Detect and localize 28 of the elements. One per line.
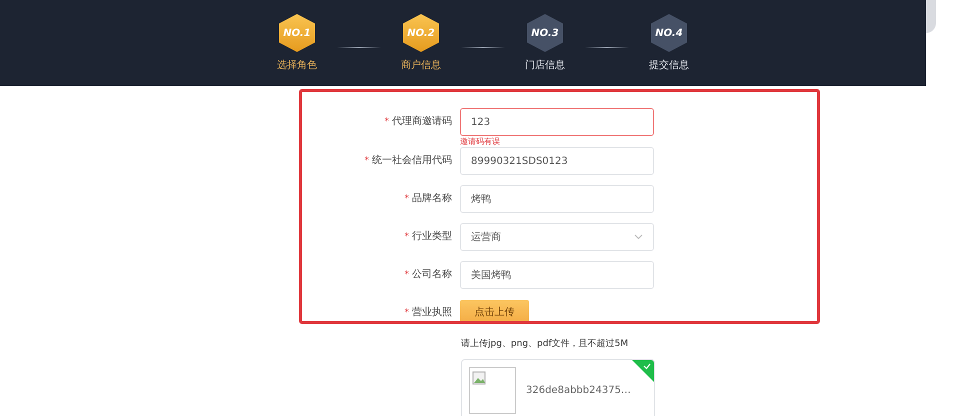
step-connector — [585, 47, 629, 48]
step-connector — [337, 47, 381, 48]
input-field[interactable]: 89990321SDS0123 — [460, 147, 654, 175]
error-message: 邀请码有误 — [460, 136, 501, 147]
scrollbar-thumb[interactable] — [926, 0, 936, 33]
step-label: 商户信息 — [401, 58, 441, 72]
chevron-down-icon — [634, 234, 643, 240]
step-badge: NO.4 — [651, 14, 687, 52]
input-field[interactable]: 美国烤鸭 — [460, 261, 654, 289]
field-label: * 公司名称 — [404, 268, 452, 282]
field-label: * 行业类型 — [404, 230, 452, 244]
step-badge: NO.3 — [527, 14, 563, 52]
field-label: * 营业执照 — [404, 306, 452, 320]
file-name: 326de8abbb24375… — [526, 384, 631, 396]
step-label: 门店信息 — [525, 58, 565, 72]
input-field[interactable]: 烤鸭 — [460, 185, 654, 213]
step-badge: NO.1 — [279, 14, 315, 52]
select-field[interactable]: 运营商 — [460, 223, 654, 251]
field-label: * 统一社会信用代码 — [364, 154, 452, 168]
upload-hint: 请上传jpg、png、pdf文件，且不超过5M — [461, 338, 630, 350]
step-badge: NO.2 — [403, 14, 439, 52]
step-label: 选择角色 — [277, 58, 317, 72]
field-label: * 品牌名称 — [404, 192, 452, 206]
field-label: * 代理商邀请码 — [384, 114, 452, 129]
step-label: 提交信息 — [649, 58, 689, 72]
step-connector — [461, 47, 505, 48]
broken-image-icon — [472, 370, 486, 384]
input-field[interactable]: 123 — [460, 108, 654, 136]
